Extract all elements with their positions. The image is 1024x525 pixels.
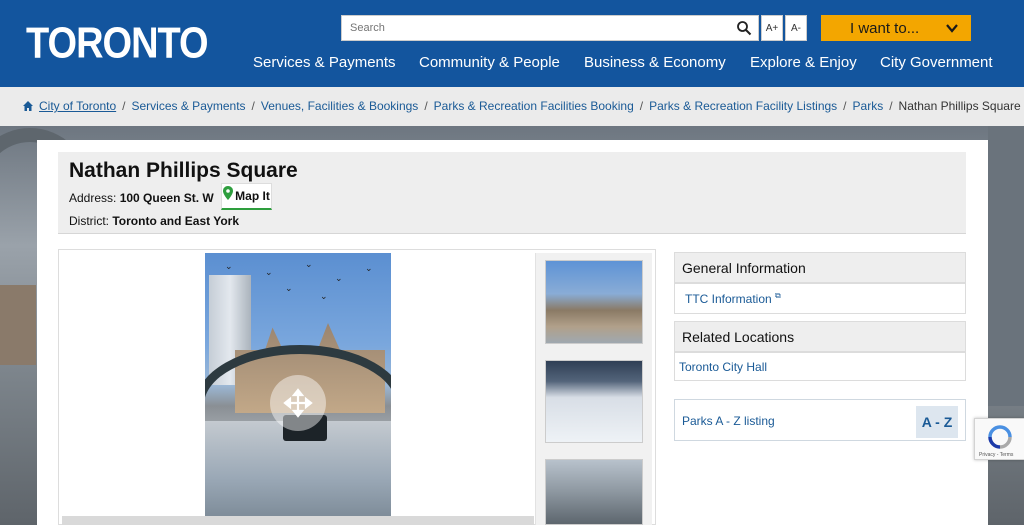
related-locations-body: Toronto City Hall [674, 352, 966, 381]
breadcrumb-separator: / [639, 99, 644, 113]
i-want-to-button[interactable]: I want to... [821, 15, 971, 41]
breadcrumb-link-listings[interactable]: Parks & Recreation Facility Listings [649, 99, 837, 113]
ttc-link-label: TTC Information [685, 292, 772, 306]
breadcrumb-separator: / [122, 99, 126, 113]
image-bird: ⌄ [225, 261, 233, 271]
sidebar-empty-area [674, 441, 966, 525]
image-bird: ⌄ [365, 263, 373, 273]
background-building [0, 285, 36, 365]
nav-explore-enjoy[interactable]: Explore & Enjoy [750, 54, 857, 71]
breadcrumb: City of Toronto / Services & Payments / … [22, 99, 1021, 113]
i-want-to-label: I want to... [850, 19, 920, 37]
breadcrumb-separator: / [251, 99, 255, 113]
thumbnail-arches[interactable] [545, 459, 643, 525]
ttc-information-link[interactable]: TTC Information ⧉ [685, 291, 781, 306]
site-header: TORONTO A+ A- I want to... Services & Pa… [0, 0, 1024, 87]
image-bird: ⌄ [285, 283, 293, 293]
map-it-button[interactable]: Map It [221, 183, 272, 210]
nav-business-economy[interactable]: Business & Economy [584, 54, 726, 71]
district-value: Toronto and East York [112, 214, 240, 228]
nav-community-people[interactable]: Community & People [419, 54, 560, 71]
related-locations-heading: Related Locations [674, 321, 966, 352]
background-building [988, 126, 1024, 406]
thumbnail-city-hall[interactable] [545, 260, 643, 344]
image-bird: ⌄ [320, 291, 328, 301]
search-box [341, 15, 759, 41]
gallery-caption-bar [62, 516, 534, 525]
chevron-down-icon [946, 24, 958, 33]
general-info-body: TTC Information ⧉ [674, 283, 966, 314]
nav-city-government[interactable]: City Government [880, 54, 993, 71]
address-value: 100 Queen St. W [119, 191, 214, 205]
parks-az-link[interactable]: Parks A - Z listing [682, 414, 775, 428]
home-icon[interactable] [22, 100, 34, 112]
move-arrows-icon [283, 388, 313, 418]
district-line: District: Toronto and East York [69, 214, 239, 228]
recaptcha-badge[interactable]: Privacy - Terms [974, 418, 1024, 460]
breadcrumb-link-booking[interactable]: Parks & Recreation Facilities Booking [434, 99, 634, 113]
thumbnail-skating-night[interactable] [545, 360, 643, 443]
nav-services-payments[interactable]: Services & Payments [253, 54, 396, 71]
image-bird: ⌄ [265, 267, 273, 277]
font-decrease-button[interactable]: A- [785, 15, 807, 41]
map-pin-icon [223, 186, 234, 200]
logo-wordmark: TORONTO [26, 19, 209, 68]
breadcrumb-current: Nathan Phillips Square [898, 99, 1021, 113]
general-info-heading: General Information [674, 252, 966, 283]
image-bird: ⌄ [335, 273, 343, 283]
search-input[interactable] [342, 16, 722, 40]
breadcrumb-bar: City of Toronto / Services & Payments / … [0, 87, 1024, 126]
recaptcha-icon [988, 425, 1012, 449]
breadcrumb-separator: / [424, 99, 428, 113]
move-handle-button[interactable] [270, 375, 326, 431]
az-badge[interactable]: A - Z [916, 406, 958, 438]
district-label: District: [69, 214, 109, 228]
address-line: Address: 100 Queen St. W [69, 191, 214, 205]
breadcrumb-separator: / [889, 99, 893, 113]
breadcrumb-separator: / [843, 99, 847, 113]
breadcrumb-link-parks[interactable]: Parks [853, 99, 884, 113]
breadcrumb-link-home[interactable]: City of Toronto [39, 99, 116, 113]
toronto-logo[interactable]: TORONTO [22, 18, 209, 70]
font-increase-button[interactable]: A+ [761, 15, 783, 41]
breadcrumb-link-venues[interactable]: Venues, Facilities & Bookings [261, 99, 418, 113]
image-bird: ⌄ [305, 259, 313, 269]
map-it-label: Map It [235, 189, 270, 203]
recaptcha-footer[interactable]: Privacy - Terms [979, 452, 1013, 458]
address-label: Address: [69, 191, 117, 205]
toronto-city-hall-link[interactable]: Toronto City Hall [679, 360, 767, 374]
page-title: Nathan Phillips Square [69, 159, 298, 182]
breadcrumb-link-services[interactable]: Services & Payments [132, 99, 246, 113]
external-link-icon: ⧉ [775, 291, 781, 300]
search-icon[interactable] [736, 20, 752, 36]
